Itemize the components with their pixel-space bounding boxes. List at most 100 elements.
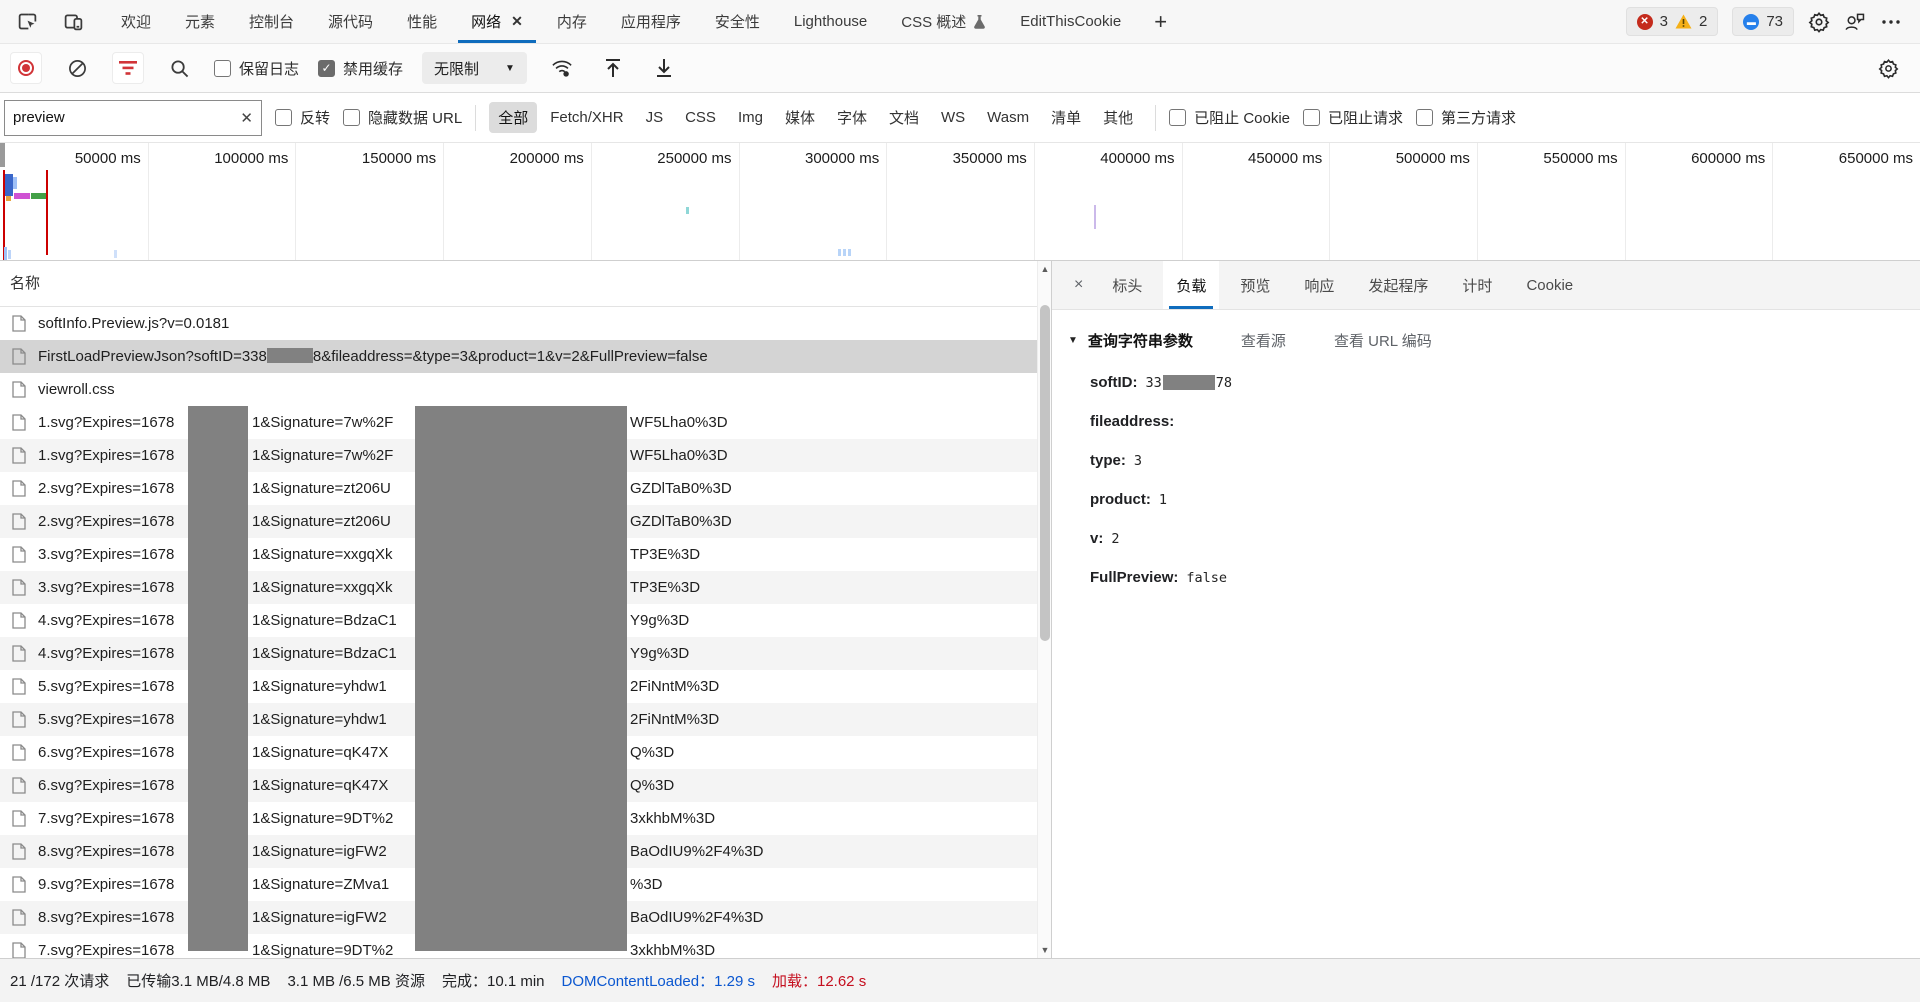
filter-type-JS[interactable]: JS: [637, 104, 673, 131]
filter-type-Wasm[interactable]: Wasm: [978, 104, 1038, 131]
blocked-requests-checkbox[interactable]: 已阻止请求: [1303, 107, 1403, 128]
search-button[interactable]: [163, 52, 195, 84]
tab-CSS 概述[interactable]: CSS 概述: [884, 0, 1003, 43]
detail-tab-响应[interactable]: 响应: [1291, 261, 1347, 309]
query-param-row: product:1: [1052, 480, 1920, 519]
network-settings-gear-icon[interactable]: [1872, 52, 1904, 84]
filter-input[interactable]: [5, 109, 225, 126]
filter-type-字体[interactable]: 字体: [828, 102, 876, 133]
request-url-part: 2FiNntM%3D: [630, 703, 719, 736]
request-row[interactable]: FirstLoadPreviewJson?softID=3388&fileadd…: [0, 340, 1051, 373]
request-row[interactable]: viewroll.css: [0, 373, 1051, 406]
disable-cache-checkbox[interactable]: ✓ 禁用缓存: [318, 58, 403, 79]
param-value: 3378: [1146, 375, 1233, 391]
scroll-up-icon[interactable]: ▲: [1038, 264, 1051, 274]
detail-tab-负载[interactable]: 负载: [1163, 261, 1219, 309]
inspect-element-icon[interactable]: [16, 11, 38, 33]
scroll-down-icon[interactable]: ▼: [1038, 945, 1051, 955]
invert-checkbox[interactable]: 反转: [275, 107, 330, 128]
view-source-link[interactable]: 查看源: [1241, 330, 1286, 351]
close-details-icon[interactable]: ×: [1066, 261, 1091, 309]
request-url-part: 1&Signature=7w%2F: [252, 439, 393, 472]
query-param-row: softID:3378: [1052, 363, 1920, 402]
record-network-log-button[interactable]: [10, 52, 42, 84]
filter-type-Fetch/XHR[interactable]: Fetch/XHR: [541, 104, 632, 131]
param-key: FullPreview:: [1090, 569, 1178, 586]
messages-badge[interactable]: ▬ 73: [1732, 7, 1794, 36]
detail-tab-计时[interactable]: 计时: [1449, 261, 1505, 309]
error-icon: ✕: [1637, 14, 1653, 30]
more-options-icon[interactable]: [1880, 11, 1902, 33]
query-params-section-header: ▼ 查询字符串参数 查看源 查看 URL 编码: [1052, 330, 1920, 351]
filter-type-其他[interactable]: 其他: [1094, 102, 1142, 133]
network-overview-timeline[interactable]: 50000 ms100000 ms150000 ms200000 ms25000…: [0, 143, 1920, 261]
network-conditions-button[interactable]: [546, 52, 578, 84]
timeline-gridline: [443, 143, 444, 260]
close-tab-icon[interactable]: ✕: [511, 13, 523, 30]
timeline-gridline: [148, 143, 149, 260]
waterfall-mark: [5, 174, 13, 196]
tab-Lighthouse[interactable]: Lighthouse: [777, 0, 884, 43]
network-filter-bar: ✕ 反转 隐藏数据 URL 全部Fetch/XHRJSCSSImg媒体字体文档W…: [0, 93, 1920, 143]
console-issues-badge[interactable]: ✕ 3 2: [1626, 7, 1719, 36]
timeline-gridline: [1034, 143, 1035, 260]
timeline-tick-label: 250000 ms: [657, 150, 731, 167]
load-time: 加载：12.62 s: [772, 970, 866, 991]
detail-tab-发起程序[interactable]: 发起程序: [1355, 261, 1441, 309]
more-tabs-button[interactable]: +: [1138, 9, 1183, 35]
third-party-requests-checkbox[interactable]: 第三方请求: [1416, 107, 1516, 128]
name-column-header[interactable]: 名称: [0, 261, 1051, 307]
request-url-part: BaOdIU9%2F4%3D: [630, 901, 763, 934]
filter-type-清单[interactable]: 清单: [1042, 102, 1090, 133]
tab-label: 性能: [407, 11, 437, 32]
import-har-button[interactable]: [597, 52, 629, 84]
detail-tab-Cookie[interactable]: Cookie: [1513, 261, 1586, 309]
tab-安全性[interactable]: 安全性: [698, 0, 777, 43]
detail-tab-标头[interactable]: 标头: [1099, 261, 1155, 309]
clear-filter-icon[interactable]: ✕: [240, 109, 253, 127]
tab-网络[interactable]: 网络✕: [454, 0, 540, 43]
filter-type-WS[interactable]: WS: [932, 104, 974, 131]
tab-内存[interactable]: 内存: [540, 0, 604, 43]
query-params-toggle[interactable]: ▼ 查询字符串参数: [1068, 330, 1193, 351]
filter-type-文档[interactable]: 文档: [880, 102, 928, 133]
filter-type-全部[interactable]: 全部: [489, 102, 537, 133]
blocked-cookies-checkbox[interactable]: 已阻止 Cookie: [1169, 107, 1290, 128]
tab-EditThisCookie[interactable]: EditThisCookie: [1003, 0, 1138, 43]
preserve-log-checkbox[interactable]: 保留日志: [214, 58, 299, 79]
feedback-icon[interactable]: [1844, 11, 1866, 33]
scrollbar-thumb[interactable]: [1040, 305, 1050, 641]
tab-label: CSS 概述: [901, 11, 966, 32]
tab-源代码[interactable]: 源代码: [311, 0, 390, 43]
clear-network-log-button[interactable]: [61, 52, 93, 84]
view-url-encoded-link[interactable]: 查看 URL 编码: [1334, 330, 1432, 351]
filter-type-媒体[interactable]: 媒体: [776, 102, 824, 133]
warning-icon: [1675, 14, 1692, 29]
query-params-title: 查询字符串参数: [1088, 330, 1193, 351]
hide-data-url-checkbox[interactable]: 隐藏数据 URL: [343, 107, 462, 128]
tab-label: 安全性: [715, 11, 760, 32]
tab-控制台[interactable]: 控制台: [232, 0, 311, 43]
settings-gear-icon[interactable]: [1808, 11, 1830, 33]
tab-欢迎[interactable]: 欢迎: [104, 0, 168, 43]
filter-type-CSS[interactable]: CSS: [676, 104, 725, 131]
request-url-part: TP3E%3D: [630, 571, 700, 604]
file-icon: [12, 513, 26, 530]
table-scrollbar[interactable]: ▲ ▼: [1037, 261, 1051, 958]
request-row[interactable]: softInfo.Preview.js?v=0.0181: [0, 307, 1051, 340]
tab-性能[interactable]: 性能: [390, 0, 454, 43]
request-url-part: 1&Signature=qK47X: [252, 736, 388, 769]
request-url-part: 1&Signature=yhdw1: [252, 670, 387, 703]
tab-应用程序[interactable]: 应用程序: [604, 0, 698, 43]
request-url-part: 8.svg?Expires=1678: [38, 835, 174, 868]
filter-toggle-button[interactable]: [112, 52, 144, 84]
filter-type-Img[interactable]: Img: [729, 104, 772, 131]
search-icon: [170, 59, 189, 78]
device-toolbar-icon[interactable]: [62, 11, 84, 33]
detail-tab-预览[interactable]: 预览: [1227, 261, 1283, 309]
request-url-part: 1&Signature=9DT%2: [252, 934, 393, 958]
file-icon: [12, 909, 26, 926]
export-har-button[interactable]: [648, 52, 680, 84]
throttling-select[interactable]: 无限制 ▼: [422, 52, 527, 84]
tab-元素[interactable]: 元素: [168, 0, 232, 43]
